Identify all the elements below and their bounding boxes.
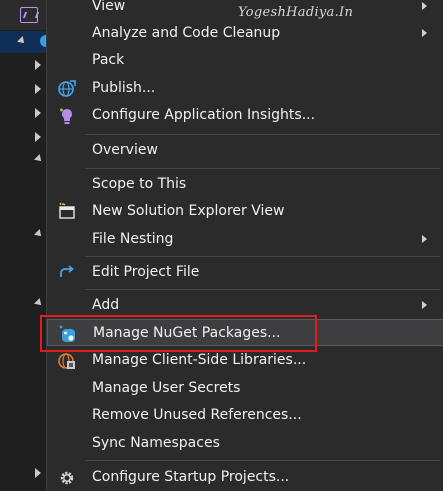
expanded-arrow-icon[interactable]	[34, 298, 44, 308]
collapsed-arrow-icon[interactable]	[35, 468, 41, 478]
visual-studio-icon[interactable]	[20, 7, 38, 23]
menu-item-label: View	[92, 0, 126, 14]
collapsed-arrow-icon[interactable]	[35, 60, 41, 70]
menu-item-sync-namespaces[interactable]: Sync Namespaces	[47, 430, 443, 457]
menu-item-configure-app-insights[interactable]: Configure Application Insights...	[47, 102, 443, 129]
solution-explorer-tree	[0, 0, 52, 491]
menu-item-new-solution-explorer-view[interactable]: New Solution Explorer View	[47, 198, 443, 225]
menu-item-overview[interactable]: Overview	[47, 137, 443, 164]
menu-item-pack[interactable]: Pack	[47, 47, 443, 74]
selected-project-row[interactable]	[0, 31, 52, 53]
gear-icon	[57, 468, 77, 488]
expanded-arrow-icon[interactable]	[34, 154, 44, 164]
collapsed-arrow-icon[interactable]	[35, 84, 41, 94]
menu-item-analyze-code-cleanup[interactable]: Analyze and Code Cleanup	[47, 20, 443, 47]
menu-item-label: Publish...	[92, 80, 156, 96]
context-menu: View Analyze and Code Cleanup Pack Publi…	[46, 0, 443, 491]
solution-explorer-toolbar	[0, 0, 46, 30]
screen: View Analyze and Code Cleanup Pack Publi…	[0, 0, 443, 491]
menu-item-label: Configure Application Insights...	[92, 107, 316, 123]
menu-item-label: Edit Project File	[92, 264, 200, 280]
menu-item-label: Analyze and Code Cleanup	[92, 25, 281, 41]
expanded-arrow-icon[interactable]	[34, 229, 44, 239]
highlight-callout-box	[40, 315, 317, 352]
edit-arrow-icon	[57, 263, 77, 283]
menu-item-label: Manage Client-Side Libraries...	[92, 352, 307, 368]
expand-arrow-icon[interactable]	[17, 36, 27, 46]
insights-bulb-icon	[57, 106, 77, 126]
menu-separator	[85, 168, 440, 169]
menu-separator	[85, 256, 440, 257]
menu-item-label: Add	[92, 297, 120, 313]
menu-item-label: Sync Namespaces	[92, 435, 220, 451]
watermark-text: YogeshHadiya.In	[238, 5, 354, 20]
menu-item-configure-startup-projects[interactable]: Configure Startup Projects...	[47, 464, 443, 491]
submenu-arrow-icon	[422, 2, 427, 10]
menu-item-publish[interactable]: Publish...	[47, 75, 443, 102]
client-libraries-icon	[57, 351, 77, 371]
menu-separator	[85, 460, 440, 461]
menu-separator	[85, 289, 440, 290]
menu-item-label: Scope to This	[92, 176, 187, 192]
collapsed-arrow-icon[interactable]	[35, 132, 41, 142]
menu-separator	[85, 134, 440, 135]
menu-item-label: Pack	[92, 52, 125, 68]
new-window-icon	[57, 202, 77, 222]
menu-item-label: Manage User Secrets	[92, 380, 241, 396]
menu-item-scope-to-this[interactable]: Scope to This	[47, 171, 443, 198]
globe-publish-icon	[57, 79, 77, 99]
menu-item-remove-unused-references[interactable]: Remove Unused References...	[47, 402, 443, 429]
menu-item-label: New Solution Explorer View	[92, 203, 285, 219]
menu-item-label: File Nesting	[92, 231, 174, 247]
submenu-arrow-icon	[422, 235, 427, 243]
menu-item-label: Configure Startup Projects...	[92, 469, 290, 485]
submenu-arrow-icon	[422, 301, 427, 309]
menu-item-edit-project-file[interactable]: Edit Project File	[47, 259, 443, 286]
menu-item-label: Overview	[92, 142, 158, 158]
menu-item-manage-user-secrets[interactable]: Manage User Secrets	[47, 375, 443, 402]
menu-item-file-nesting[interactable]: File Nesting	[47, 226, 443, 253]
menu-item-label: Remove Unused References...	[92, 407, 302, 423]
collapsed-arrow-icon[interactable]	[35, 108, 41, 118]
submenu-arrow-icon	[422, 29, 427, 37]
